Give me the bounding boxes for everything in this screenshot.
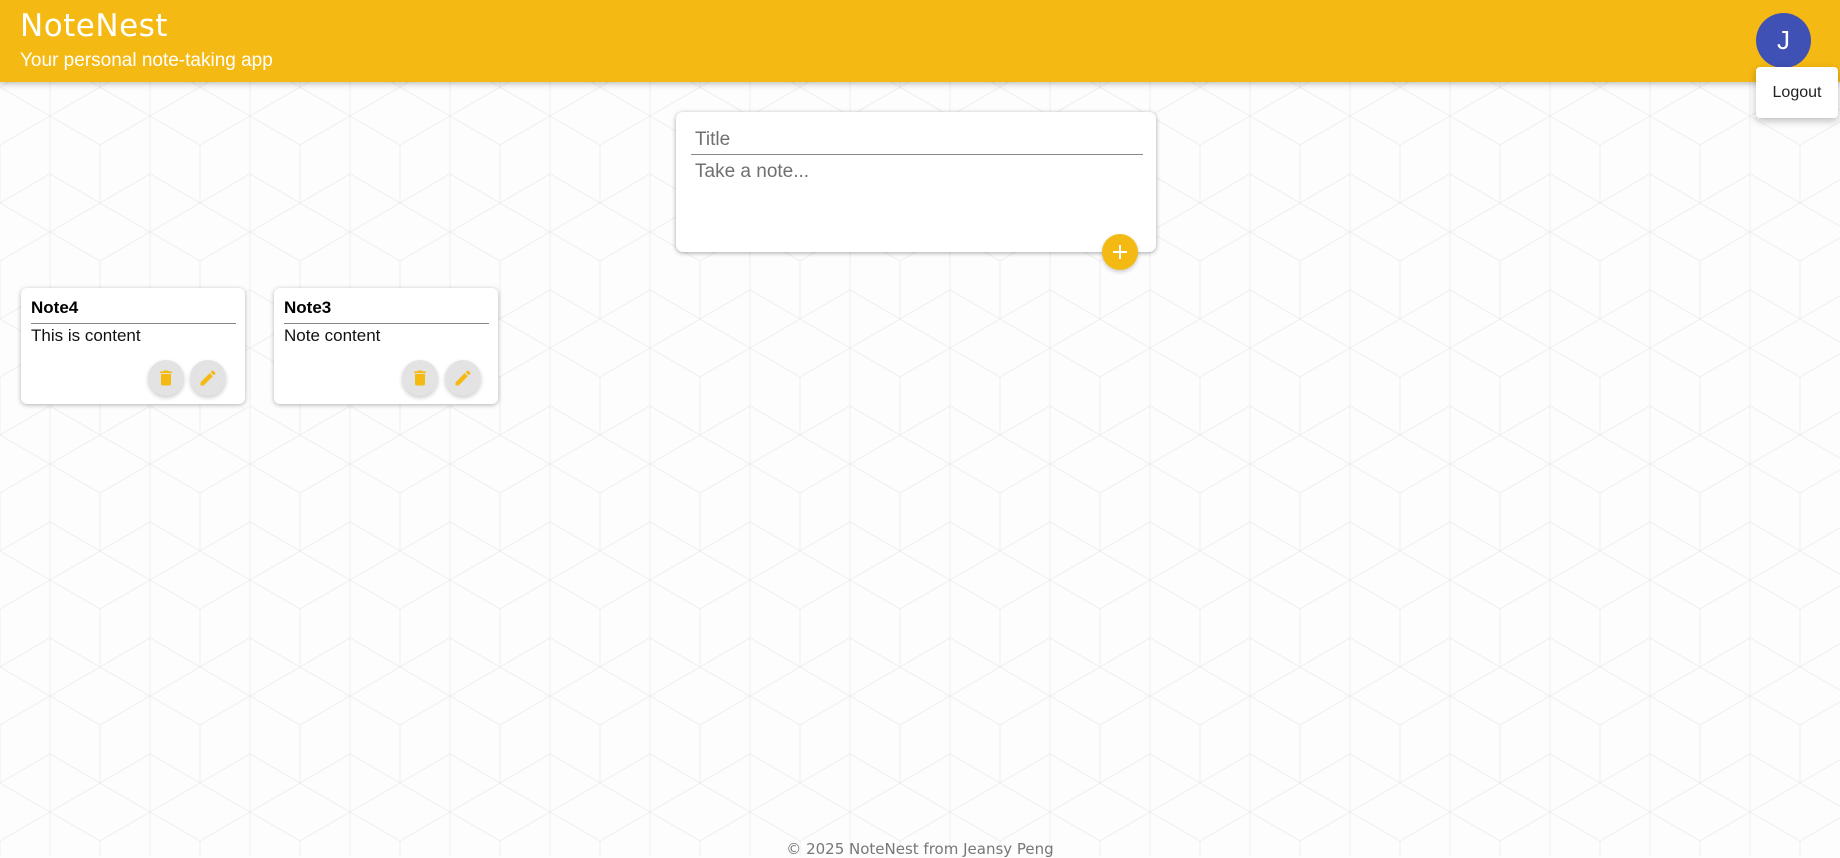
note-content-input[interactable] (691, 161, 1145, 236)
add-note-button[interactable] (1102, 234, 1138, 270)
note-content: This is content (31, 326, 141, 345)
plus-icon (1113, 245, 1127, 259)
edit-note-button[interactable] (190, 360, 226, 396)
edit-note-button[interactable] (445, 360, 481, 396)
create-note-form (676, 112, 1156, 252)
pencil-icon (455, 370, 471, 386)
trash-icon (160, 370, 172, 386)
app-tagline: Your personal note-taking app (20, 50, 273, 71)
footer-copyright: © 2025 NoteNest from Jeansy Peng (786, 840, 1054, 858)
app-title: NoteNest (20, 8, 168, 44)
note-title: Note4 (31, 298, 236, 324)
app-header: NoteNest Your personal note-taking app J (0, 0, 1840, 82)
delete-note-button[interactable] (402, 360, 438, 396)
pencil-icon (200, 370, 216, 386)
logout-menu-item[interactable]: Logout (1756, 67, 1838, 118)
trash-icon (414, 370, 426, 386)
note-content: Note content (284, 326, 381, 345)
note-title: Note3 (284, 298, 489, 324)
user-avatar[interactable]: J (1756, 13, 1811, 68)
delete-note-button[interactable] (148, 360, 184, 396)
note-title-input[interactable] (691, 126, 1143, 155)
